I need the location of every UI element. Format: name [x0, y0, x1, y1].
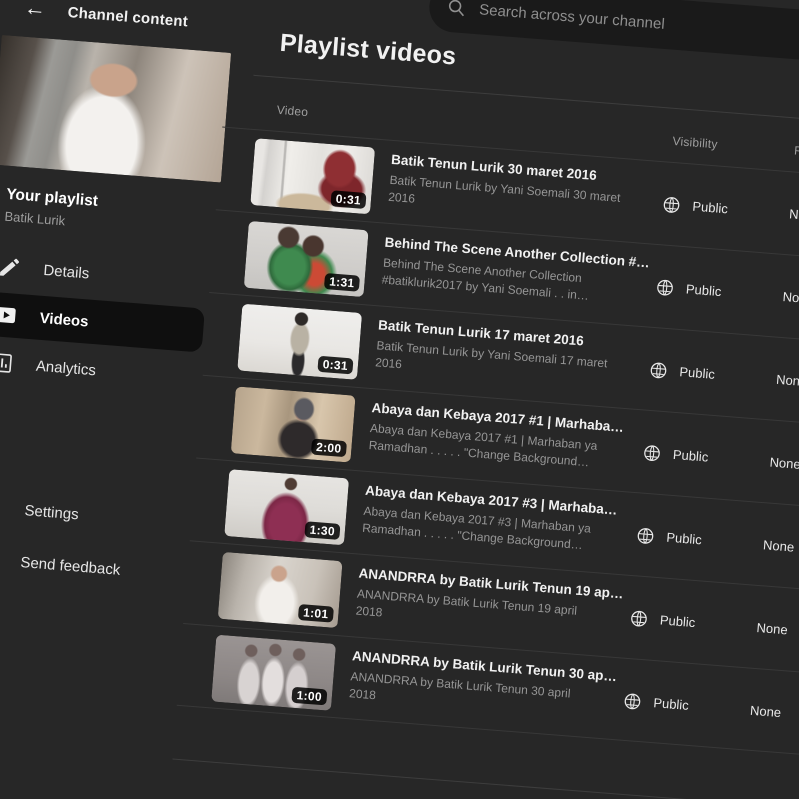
video-thumbnail[interactable]: 1:01 — [218, 552, 343, 628]
search-icon — [447, 0, 466, 17]
column-header-visibility[interactable]: Visibility — [672, 134, 718, 151]
visibility-label: Public — [692, 199, 728, 217]
column-header-video[interactable]: Video — [276, 103, 308, 119]
restrictions-cell: None — [773, 338, 799, 423]
duration-badge: 1:31 — [324, 273, 360, 292]
restrictions-cell: None — [747, 669, 784, 754]
sidebar-item-send-feedback[interactable]: Send feedback — [20, 554, 121, 579]
duration-badge: 2:00 — [311, 438, 347, 457]
duration-badge: 0:31 — [330, 190, 366, 209]
divider — [253, 75, 799, 125]
video-thumbnail[interactable]: 1:00 — [211, 635, 336, 711]
duration-badge: 0:31 — [317, 356, 353, 375]
duration-badge: 1:01 — [298, 604, 334, 623]
visibility-cell[interactable]: Public — [627, 576, 699, 664]
video-thumbnail[interactable]: 0:31 — [250, 138, 375, 214]
channel-content-header: Channel content — [67, 4, 188, 30]
duration-badge: 1:30 — [304, 521, 340, 540]
sidebar-item-label: Analytics — [35, 357, 96, 379]
visibility-label: Public — [672, 447, 708, 465]
screenshot-viewport: Search across your channel ← Channel con… — [0, 0, 799, 799]
sidebar-item-settings[interactable]: Settings — [24, 502, 79, 523]
youtube-studio-page: Search across your channel ← Channel con… — [0, 0, 799, 799]
visibility-cell[interactable]: Public — [633, 493, 705, 581]
sidebar-item-label: Videos — [39, 309, 89, 330]
channel-search-bar[interactable]: Search across your channel — [427, 0, 799, 68]
visibility-label: Public — [679, 364, 715, 382]
restrictions-cell: None — [753, 586, 790, 671]
visibility-label: Public — [653, 695, 689, 713]
public-globe-icon — [662, 195, 681, 214]
visibility-cell[interactable]: Public — [620, 659, 692, 747]
videos-icon — [0, 302, 19, 328]
analytics-icon — [0, 350, 15, 376]
column-header-restrictions[interactable]: Restrictions — [794, 143, 799, 162]
video-thumbnail[interactable]: 1:30 — [224, 469, 349, 545]
page-title: Playlist videos — [279, 29, 457, 72]
public-globe-icon — [649, 360, 668, 379]
public-globe-icon — [655, 278, 674, 297]
sidebar-item-label: Details — [43, 261, 90, 282]
video-thumbnail[interactable]: 1:31 — [244, 221, 369, 297]
playlist-title: Your playlist — [6, 186, 99, 211]
table-footer-divider — [172, 759, 799, 799]
playlist-thumbnail[interactable] — [0, 35, 231, 183]
duration-badge: 1:00 — [291, 687, 327, 706]
visibility-label: Public — [659, 612, 695, 630]
public-globe-icon — [623, 691, 642, 710]
pencil-icon — [0, 254, 23, 280]
playlist-subtitle: Batik Lurik — [4, 209, 66, 229]
visibility-cell[interactable]: Public — [646, 328, 718, 416]
video-thumbnail[interactable]: 2:00 — [231, 386, 356, 462]
restrictions-cell: None — [760, 503, 797, 588]
visibility-cell[interactable]: Public — [659, 162, 731, 250]
visibility-cell[interactable]: Public — [653, 245, 725, 333]
visibility-label: Public — [685, 281, 721, 299]
restrictions-cell: None — [786, 172, 799, 257]
public-globe-icon — [629, 609, 648, 628]
public-globe-icon — [636, 526, 655, 545]
public-globe-icon — [642, 443, 661, 462]
restrictions-cell: None — [779, 255, 799, 340]
video-thumbnail[interactable]: 0:31 — [237, 304, 362, 380]
visibility-label: Public — [666, 530, 702, 548]
restrictions-cell: None — [766, 421, 799, 506]
back-arrow-icon[interactable]: ← — [21, 0, 49, 22]
visibility-cell[interactable]: Public — [640, 411, 712, 499]
search-placeholder: Search across your channel — [479, 1, 666, 33]
